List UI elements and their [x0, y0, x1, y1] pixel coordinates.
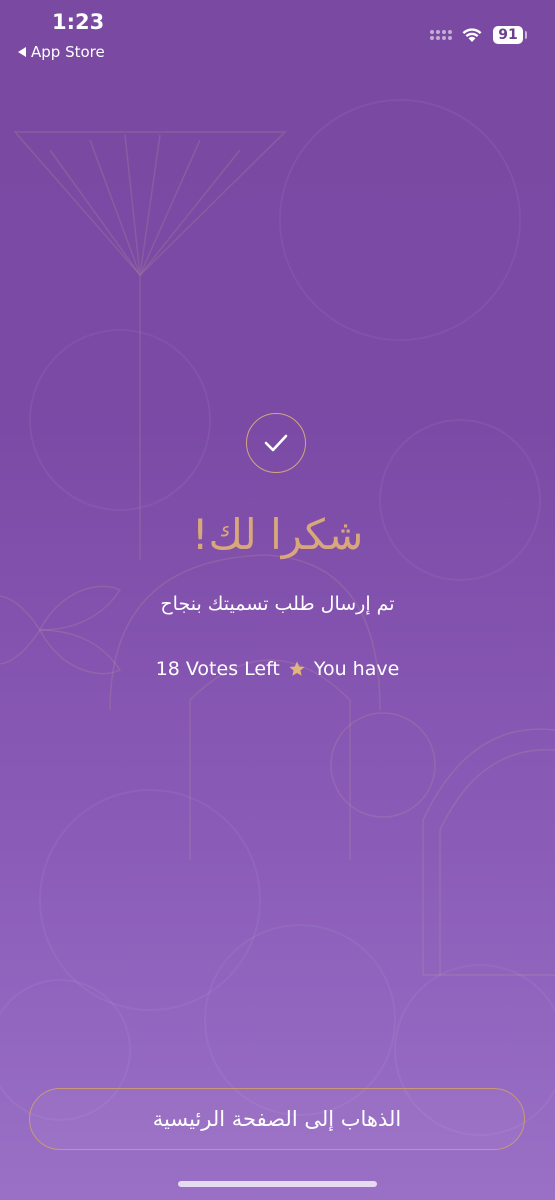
- battery-icon: 91: [493, 26, 523, 44]
- thanks-title: شكرا لك!: [191, 510, 364, 559]
- home-indicator[interactable]: [178, 1181, 377, 1187]
- star-icon: [289, 661, 305, 676]
- wifi-icon: [462, 28, 482, 42]
- votes-remaining: 18 Votes Left You have: [0, 658, 555, 680]
- success-check-icon: [246, 413, 306, 473]
- checkmark-icon: [264, 434, 288, 452]
- battery-nub: [525, 31, 527, 39]
- back-arrow-icon: [18, 47, 26, 57]
- back-to-app-store-link[interactable]: App Store: [18, 43, 105, 61]
- cellular-signal-icon: [430, 30, 452, 40]
- status-time: 1:23: [52, 10, 105, 34]
- home-button-label: الذهاب إلى الصفحة الرئيسية: [152, 1107, 402, 1131]
- go-to-home-button[interactable]: الذهاب إلى الصفحة الرئيسية: [29, 1088, 525, 1150]
- status-bar: 1:23 App Store 91: [0, 0, 555, 70]
- success-message: تم إرسال طلب تسميتك بنجاح: [160, 593, 395, 615]
- back-label: App Store: [31, 43, 105, 61]
- you-have-text: You have: [313, 658, 400, 680]
- votes-left-text: 18 Votes Left: [155, 658, 280, 680]
